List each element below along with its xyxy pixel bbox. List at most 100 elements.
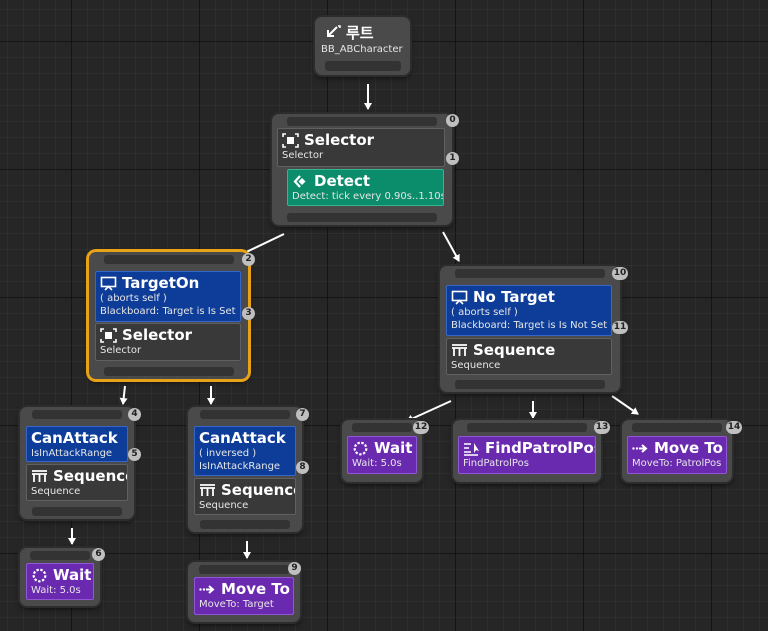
canattack-a-output-pin[interactable]: [32, 507, 122, 516]
notarget-aborts: ( aborts self ): [451, 307, 518, 318]
notarget-input-pin[interactable]: [455, 269, 605, 278]
detect-service-subtitle: Detect: tick every 0.90s..1.10s: [292, 191, 444, 202]
moveto-patrolpos-task-node[interactable]: Move To MoveTo: PatrolPos: [622, 420, 732, 482]
root-node[interactable]: 루트 BB_ABCharacter: [315, 17, 410, 75]
node-index-badge: 6: [92, 548, 105, 561]
moveto-target-task-node[interactable]: Move To MoveTo: Target: [188, 562, 300, 622]
canattack-b-decorator-card[interactable]: CanAttack ( inversed ) IsInAttackRange: [194, 426, 296, 476]
root-arrow-icon: [327, 25, 341, 37]
notarget-decorator-card[interactable]: No Target ( aborts self ) Blackboard: Ta…: [446, 285, 612, 336]
canattack-a-sequence-subtitle: Sequence: [31, 486, 81, 497]
targeton-selector-card[interactable]: Selector Selector: [95, 323, 241, 361]
node-index-badge: 4: [128, 408, 141, 421]
findpatrolpos-task-node[interactable]: FindPatrolPos FindPatrolPos: [453, 420, 601, 482]
canattack-a-sequence-card[interactable]: Sequence Sequence: [26, 464, 128, 501]
selector-icon: [282, 132, 299, 148]
moveto-a-title: Move To: [221, 580, 290, 598]
moveto-b-input-pin[interactable]: [632, 423, 722, 432]
find-patrol-icon: [464, 442, 479, 456]
canattack-b-sequence-subtitle: Sequence: [199, 500, 249, 511]
canattack-a-sequence-title: Sequence: [53, 467, 128, 485]
targeton-selector-title: Selector: [122, 326, 193, 344]
notarget-sequence-subtitle: Sequence: [451, 360, 501, 371]
node-index-badge: 12: [413, 421, 429, 434]
service-icon: [293, 174, 306, 188]
notarget-output-pin[interactable]: [455, 380, 605, 389]
canattack-b-output-pin[interactable]: [200, 520, 290, 529]
canattack-a-title: CanAttack: [31, 429, 118, 447]
canattack-sequence-node[interactable]: CanAttack IsInAttackRange Sequence Seque…: [20, 407, 134, 519]
selector-main-input-pin[interactable]: [287, 117, 437, 126]
node-index-badge: 10: [612, 267, 628, 280]
selector-main-subtitle: Selector: [282, 150, 324, 161]
wait-icon: [32, 568, 47, 582]
root-output-pin[interactable]: [324, 61, 401, 71]
findpatrol-subtitle: FindPatrolPos: [463, 458, 529, 469]
moveto-a-task-card[interactable]: Move To MoveTo: Target: [194, 577, 294, 615]
canattack-a-decorator-card[interactable]: CanAttack IsInAttackRange: [26, 426, 128, 462]
notarget-sequence-card[interactable]: Sequence Sequence: [446, 338, 612, 375]
canattack-b-input-pin[interactable]: [200, 410, 290, 419]
node-index-badge: 14: [726, 421, 742, 434]
targeton-condition: Blackboard: Target is Is Set: [100, 306, 236, 317]
node-index-badge: 1: [446, 152, 459, 165]
wait-a-task-card[interactable]: Wait Wait: 5.0s: [26, 563, 94, 600]
notarget-condition: Blackboard: Target is Is Not Set: [451, 320, 608, 331]
targeton-selector-subtitle: Selector: [100, 345, 142, 356]
node-index-badge: 9: [288, 562, 301, 575]
findpatrol-task-card[interactable]: FindPatrolPos FindPatrolPos: [458, 436, 596, 474]
findpatrol-title: FindPatrolPos: [485, 439, 596, 457]
canattack-b-title: CanAttack: [199, 429, 286, 447]
node-index-badge: 0: [446, 114, 459, 127]
node-index-badge: 7: [296, 408, 309, 421]
findpatrol-input-pin[interactable]: [467, 423, 587, 432]
wait-a-subtitle: Wait: 5.0s: [31, 585, 81, 596]
wait-b-task-card[interactable]: Wait Wait: 5.0s: [347, 436, 417, 474]
node-index-badge: 13: [594, 421, 610, 434]
targeton-input-pin[interactable]: [103, 255, 234, 264]
node-index-badge: 3: [242, 307, 255, 320]
selector-main-output-pin[interactable]: [287, 213, 437, 222]
targeton-aborts: ( aborts self ): [100, 293, 167, 304]
canattack-b-condition: IsInAttackRange: [199, 461, 281, 472]
wait-b-input-pin[interactable]: [352, 423, 412, 432]
notarget-sequence-node[interactable]: No Target ( aborts self ) Blackboard: Ta…: [440, 266, 620, 392]
targeton-output-pin[interactable]: [103, 367, 234, 376]
moveto-b-task-card[interactable]: Move To MoveTo: PatrolPos: [627, 436, 727, 474]
notarget-sequence-title: Sequence: [473, 341, 556, 359]
targeton-selector-node[interactable]: TargetOn ( aborts self ) Blackboard: Tar…: [89, 252, 248, 379]
blackboard-decorator-icon: [100, 276, 117, 291]
wait-b-title: Wait: [374, 439, 413, 457]
targeton-title: TargetOn: [122, 274, 200, 292]
wait-b-subtitle: Wait: 5.0s: [352, 458, 402, 469]
wait-patrol-task-node[interactable]: Wait Wait: 5.0s: [342, 420, 422, 482]
sequence-icon: [200, 483, 215, 496]
moveto-b-subtitle: MoveTo: PatrolPos: [632, 458, 722, 469]
canattack-a-input-pin[interactable]: [32, 410, 122, 419]
root-title: 루트: [346, 24, 374, 42]
notarget-title: No Target: [473, 288, 555, 306]
detect-service-card[interactable]: Detect Detect: tick every 0.90s..1.10s: [287, 169, 444, 206]
wait-a-title: Wait: [53, 566, 92, 584]
canattack-b-sequence-card[interactable]: Sequence Sequence: [194, 478, 296, 515]
node-index-badge: 11: [612, 321, 628, 334]
node-index-badge: 5: [128, 448, 141, 461]
selector-node-main[interactable]: Selector Selector Detect Detect: tick ev…: [272, 114, 452, 225]
root-blackboard: BB_ABCharacter: [321, 44, 403, 55]
moveto-a-subtitle: MoveTo: Target: [199, 599, 274, 610]
targeton-decorator-card[interactable]: TargetOn ( aborts self ) Blackboard: Tar…: [95, 271, 241, 322]
wait-a-input-pin[interactable]: [30, 551, 90, 560]
blackboard-decorator-icon: [451, 290, 468, 305]
selector-main-card[interactable]: Selector Selector: [277, 128, 445, 167]
canattack-b-sequence-title: Sequence: [221, 481, 296, 499]
move-to-icon: [199, 584, 215, 594]
moveto-b-title: Move To: [654, 439, 723, 457]
sequence-icon: [32, 469, 47, 482]
canattack-inversed-sequence-node[interactable]: CanAttack ( inversed ) IsInAttackRange S…: [188, 407, 302, 532]
moveto-a-input-pin[interactable]: [199, 565, 289, 574]
detect-service-title: Detect: [314, 172, 371, 190]
node-index-badge: 2: [242, 253, 255, 266]
wait-task-node[interactable]: Wait Wait: 5.0s: [20, 548, 100, 606]
node-index-badge: 8: [296, 461, 309, 474]
wait-icon: [353, 441, 368, 455]
